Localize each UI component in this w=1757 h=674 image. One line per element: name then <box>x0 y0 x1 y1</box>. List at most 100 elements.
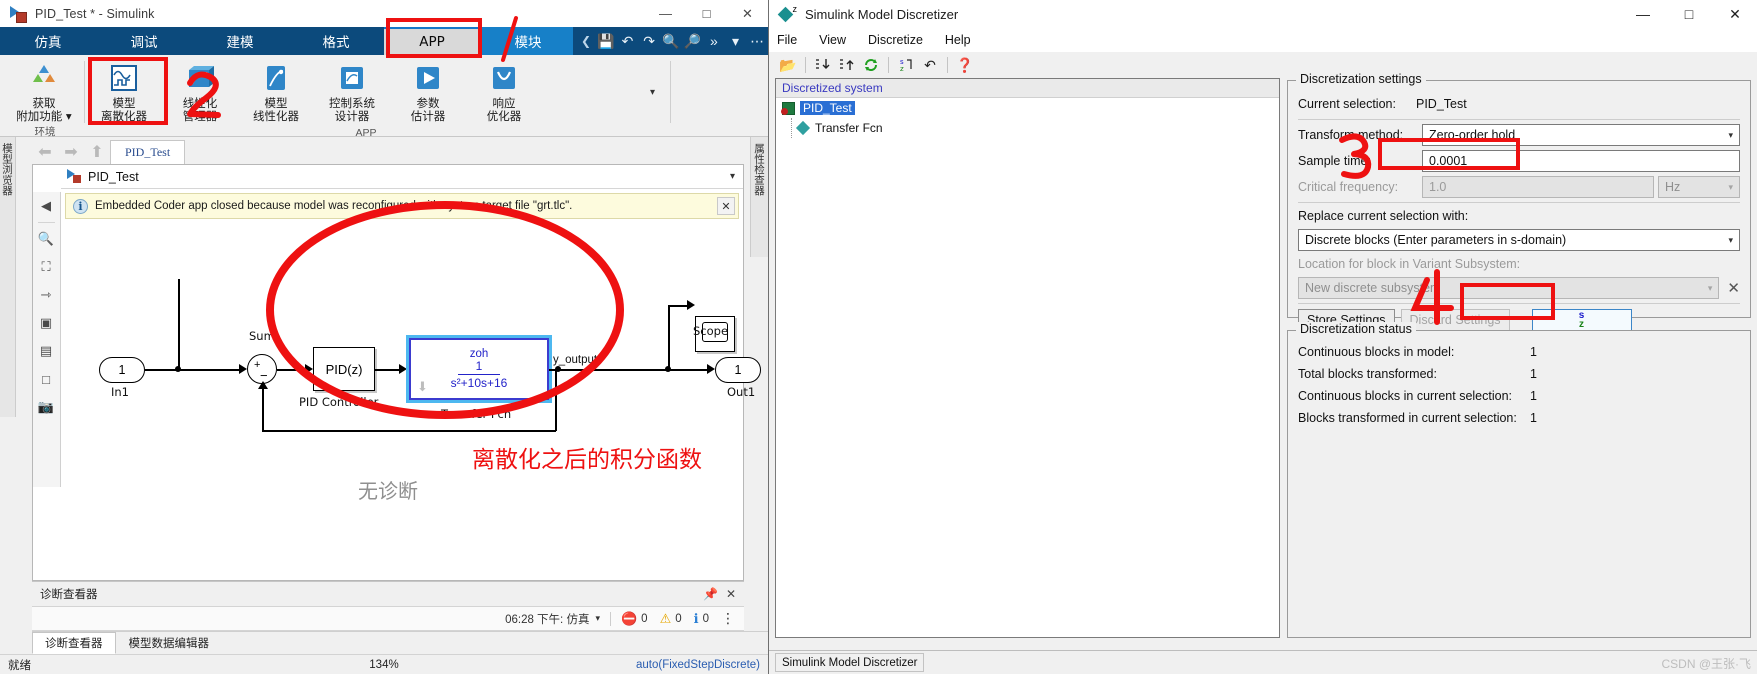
ribbon-tab-debug[interactable]: 调试 <box>96 27 192 55</box>
notification-bar: i Embedded Coder app closed because mode… <box>65 193 739 219</box>
annotation-icon[interactable]: ▣ <box>33 309 59 337</box>
ribbon-expand-chevron-icon[interactable]: ▾ <box>650 87 655 98</box>
ribbon-tab-app[interactable]: APP <box>384 27 480 55</box>
navigate-back-icon[interactable]: ◀ <box>33 192 59 220</box>
status-solver-label[interactable]: auto(FixedStepDiscrete) <box>636 659 760 671</box>
refresh-icon[interactable] <box>859 54 883 76</box>
apply-discretization-button[interactable]: s z <box>1531 308 1632 332</box>
replace-selection-select[interactable]: Discrete blocks (Enter parameters in s-d… <box>1298 229 1740 251</box>
diagnostic-status-row: 06:28 下午: 仿真 ▾ ⛔ 0 ⚠ 0 ℹ 0 ⋮ <box>32 606 744 631</box>
block-transfer-fcn[interactable]: zoh 1 s²+10s+16 ⬇ <box>406 335 552 403</box>
diagnostic-more-options-icon[interactable]: ⋮ <box>721 610 736 627</box>
up-arrow-icon[interactable]: ⬆ <box>84 140 110 164</box>
help-icon[interactable]: ❓ <box>953 54 977 76</box>
tree-row-pid-test[interactable]: PID_Test <box>776 98 1279 118</box>
discretized-system-tree[interactable]: Discretized system PID_Test Transfer Fcn <box>775 78 1280 638</box>
close-button[interactable]: ✕ <box>1712 0 1757 28</box>
back-arrow-icon[interactable]: ⬅ <box>32 140 58 164</box>
ribbon-tab-modeling[interactable]: 建模 <box>192 27 288 55</box>
notification-text: Embedded Coder app closed because model … <box>95 200 573 212</box>
critical-frequency-value: 1.0 <box>1429 180 1447 194</box>
zoom-region-icon[interactable]: 🔍 <box>33 225 59 253</box>
annotation-note-text: 离散化之后的积分函数 <box>472 447 702 473</box>
search-icon[interactable]: 🔍 <box>660 30 682 52</box>
control-system-designer-icon <box>335 61 369 95</box>
collapse-tree-icon[interactable] <box>835 54 859 76</box>
undo-icon[interactable]: ↶ <box>918 54 942 76</box>
ribbon-item-model-discretizer[interactable]: 模型 离散化器 <box>86 57 162 123</box>
canvas-toolstrip: ◀ 🔍 ⛶ ⇾ ▣ ▤ □ 📷 <box>33 192 61 487</box>
minimize-button[interactable]: — <box>1620 0 1666 28</box>
block-out1[interactable]: 1 <box>715 357 761 383</box>
model-browser-vertical-tab[interactable]: 模型浏览器 <box>0 137 16 417</box>
quick-access-chevron-left-icon: ❮ <box>581 34 592 48</box>
ribbon-item-linearization-manager[interactable]: 线性化 管理器 <box>162 57 238 123</box>
discretizer-menubar: File View Discretize Help <box>769 28 1757 52</box>
save-icon[interactable]: 💾 <box>595 30 617 52</box>
maximize-button[interactable]: □ <box>1666 0 1712 28</box>
tab-diagnostic-viewer[interactable]: 诊断查看器 <box>32 632 116 654</box>
block-sum[interactable]: + − <box>247 354 277 384</box>
ribbon-item-parameter-estimator[interactable]: 参数 估计器 <box>390 57 466 123</box>
more-tools-icon[interactable]: » <box>703 30 725 52</box>
sample-time-input[interactable]: 0.0001 <box>1422 150 1740 172</box>
status-value: 1 <box>1530 367 1537 381</box>
close-panel-icon[interactable]: ✕ <box>726 587 736 601</box>
area-icon[interactable]: □ <box>33 365 59 393</box>
redo-icon[interactable]: ↷ <box>638 30 660 52</box>
pin-icon[interactable]: 📌 <box>703 587 718 601</box>
clear-variant-icon[interactable]: ✕ <box>1727 279 1740 297</box>
variant-location-select: New discrete subsystem ▾ <box>1298 277 1720 299</box>
close-button[interactable]: ✕ <box>727 0 768 27</box>
model-tab-pid-test[interactable]: PID_Test <box>110 140 186 164</box>
ribbon-tab-simulation[interactable]: 仿真 <box>0 27 96 55</box>
tree-row-transfer-fcn[interactable]: Transfer Fcn <box>776 118 1279 138</box>
forward-arrow-icon[interactable]: ➡ <box>58 140 84 164</box>
camera-icon[interactable]: 📷 <box>33 393 59 421</box>
discard-settings-button[interactable]: Discard Settings <box>1400 308 1510 332</box>
breadcrumb-chevron-down-icon[interactable]: ▾ <box>730 171 735 182</box>
warning-count-badge[interactable]: ⚠ 0 <box>660 611 682 627</box>
status-value: 1 <box>1530 411 1537 425</box>
transform-method-select[interactable]: Zero-order hold ▾ <box>1422 124 1740 146</box>
ribbon-item-model-linearizer[interactable]: 模型 线性化器 <box>238 57 314 123</box>
error-count-badge[interactable]: ⛔ 0 <box>621 611 648 627</box>
status-value: 1 <box>1530 389 1537 403</box>
expand-tree-icon[interactable] <box>811 54 835 76</box>
minimize-button[interactable]: — <box>645 0 686 27</box>
status-row: Continuous blocks in current selection: … <box>1298 385 1740 407</box>
tab-model-data-editor[interactable]: 模型数据编辑器 <box>116 632 223 654</box>
fit-to-view-icon[interactable]: ⛶ <box>33 253 59 281</box>
block-pid-controller[interactable]: PID(z) <box>313 347 375 391</box>
maximize-button[interactable]: □ <box>686 0 727 27</box>
info-count-badge[interactable]: ℹ 0 <box>694 611 709 627</box>
open-folder-icon[interactable]: 📂 <box>776 54 800 76</box>
transform-method-row: Transform method: Zero-order hold ▾ <box>1298 122 1740 148</box>
ribbon-tab-blocks[interactable]: 模块 <box>480 27 576 55</box>
menu-discretize[interactable]: Discretize <box>868 33 923 47</box>
discretize-sz-icon[interactable]: s z <box>894 54 918 76</box>
current-selection-value: PID_Test <box>1416 97 1467 111</box>
notification-close-button[interactable]: ✕ <box>717 197 735 215</box>
signal-routing-icon[interactable]: ⇾ <box>33 281 59 309</box>
discretizer-statusbar: Simulink Model Discretizer <box>769 650 1757 674</box>
simulink-editor: 模型浏览器 属性检查器 ⬅ ➡ ⬆ PID_Test ◀ 🔍 ⛶ ⇾ ▣ ▤ □… <box>0 137 768 674</box>
property-inspector-vertical-tab[interactable]: 属性检查器 <box>750 137 768 257</box>
menu-view[interactable]: View <box>819 33 846 47</box>
zoom-fit-icon[interactable]: 🔎 <box>682 30 704 52</box>
transform-method-label: Transform method: <box>1298 128 1404 142</box>
scope-preview-icon[interactable]: ▤ <box>33 337 59 365</box>
wire-to-out1 <box>668 369 710 371</box>
menu-help[interactable]: Help <box>945 33 971 47</box>
ribbon-item-get-addons[interactable]: 获取 附加功能 ▾ <box>6 57 82 123</box>
chevron-down-icon[interactable]: ▾ <box>725 30 747 52</box>
undo-icon[interactable]: ↶ <box>617 30 639 52</box>
block-in1[interactable]: 1 <box>99 357 145 383</box>
svg-text:z: z <box>900 65 904 73</box>
diagnostic-chevron-down-icon[interactable]: ▾ <box>595 613 600 624</box>
ribbon-item-control-system-designer[interactable]: 控制系统 设计器 <box>314 57 390 123</box>
ellipsis-icon[interactable]: ⋯ <box>746 30 768 52</box>
ribbon-tab-format[interactable]: 格式 <box>288 27 384 55</box>
menu-file[interactable]: File <box>777 33 797 47</box>
ribbon-item-response-optimizer[interactable]: 响应 优化器 <box>466 57 542 123</box>
